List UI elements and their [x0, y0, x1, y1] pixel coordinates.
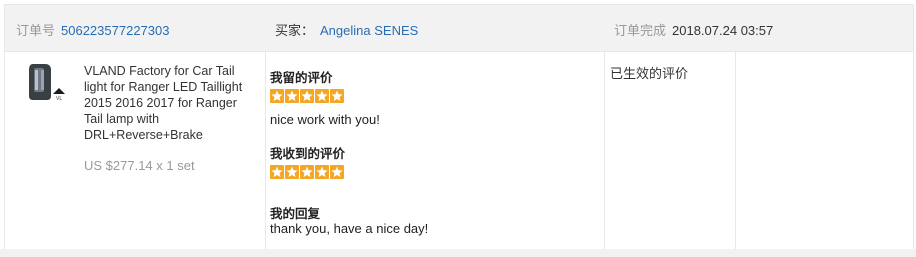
star-icon: [285, 165, 299, 179]
order-completed-field: 订单完成 2018.07.24 03:57: [614, 20, 773, 39]
star-icon: [330, 165, 344, 179]
svg-text:VL: VL: [56, 96, 62, 102]
reply-label: 我的回复: [270, 207, 321, 221]
star-icon: [285, 89, 299, 103]
order-completed-label: 订单完成: [614, 23, 667, 38]
star-icon: [300, 165, 314, 179]
star-icon: [315, 165, 329, 179]
star-icon: [300, 89, 314, 103]
star-icon: [270, 89, 284, 103]
received-review-label: 我收到的评价: [270, 147, 346, 161]
star-icon: [330, 89, 344, 103]
star-icon: [315, 89, 329, 103]
order-number-link[interactable]: 506223577227303: [61, 23, 169, 38]
left-review-stars: [270, 89, 344, 103]
bottom-bar: [0, 249, 916, 257]
column-divider: [735, 52, 736, 251]
order-number-label: 订单号: [16, 23, 56, 38]
buyer-field: 买家： Angelina SENES: [275, 20, 418, 39]
product-title-link[interactable]: VLAND Factory for Car Tail light for Ran…: [84, 63, 254, 143]
column-divider: [604, 52, 605, 251]
column-divider: [265, 52, 266, 251]
order-header: 订单号 506223577227303 买家： Angelina SENES 订单完…: [5, 5, 913, 52]
product-price: US $277.14 x 1 set: [84, 158, 195, 173]
buyer-name-link[interactable]: Angelina SENES: [320, 23, 418, 38]
buyer-label: 买家：: [275, 23, 315, 38]
left-review-text: nice work with you!: [270, 112, 380, 127]
order-number-field: 订单号 506223577227303: [16, 20, 169, 39]
reply-text: thank you, have a nice day!: [270, 221, 429, 236]
left-review-label: 我留的评价: [270, 71, 333, 85]
received-review-stars: [270, 165, 344, 179]
tail-light-product-icon[interactable]: VL: [23, 60, 71, 104]
review-status: 已生效的评价: [610, 66, 689, 81]
star-icon: [270, 165, 284, 179]
order-completed-time: 2018.07.24 03:57: [672, 23, 774, 38]
